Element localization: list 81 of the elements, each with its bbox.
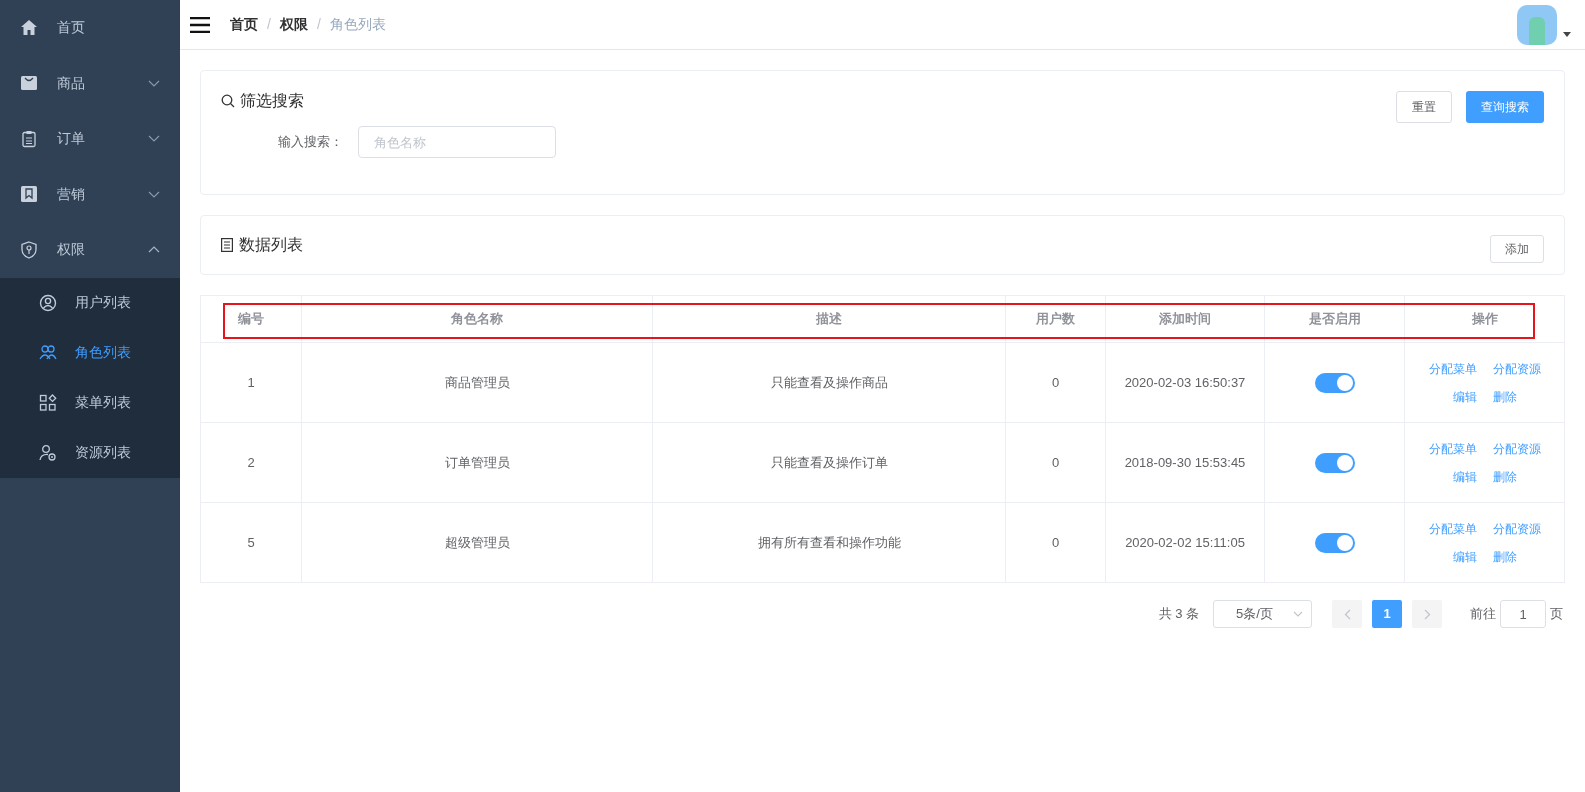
add-button[interactable]: 添加 — [1490, 235, 1544, 263]
shield-icon — [20, 240, 38, 259]
action-link[interactable]: 删除 — [1492, 467, 1517, 486]
page-number-button[interactable]: 1 — [1372, 600, 1402, 628]
breadcrumb-separator: / — [316, 15, 321, 34]
column-header: 用户数 — [1005, 295, 1106, 343]
menu-icon[interactable] — [190, 16, 210, 33]
breadcrumb-link[interactable]: 权限 — [279, 14, 308, 35]
chevron-down-icon — [1293, 611, 1303, 617]
sidebar-item[interactable]: 订单 — [0, 111, 180, 167]
sidebar-item[interactable]: 首页 — [0, 0, 180, 56]
action-link[interactable]: 分配资源 — [1492, 519, 1541, 538]
column-header: 角色名称 — [301, 295, 653, 343]
submenu-item[interactable]: 菜单列表 — [0, 377, 180, 428]
table-cell: 拥有所有查看和操作功能 — [652, 502, 1006, 583]
caret-icon[interactable] — [1563, 31, 1571, 37]
table-cell: 2018-09-30 15:53:45 — [1105, 422, 1265, 503]
action-link[interactable]: 分配资源 — [1492, 359, 1541, 378]
breadcrumb-current: 角色列表 — [329, 15, 386, 34]
breadcrumb-link[interactable]: 首页 — [230, 14, 258, 35]
reset-button[interactable]: 重置 — [1396, 91, 1452, 123]
table-cell: 0 — [1005, 422, 1106, 503]
action-link[interactable]: 编辑 — [1452, 467, 1477, 486]
table-cell: 超级管理员 — [301, 502, 653, 583]
page-suffix: 页 — [1550, 605, 1563, 624]
column-header: 编号 — [200, 295, 302, 343]
submenu-item[interactable]: 资源列表 — [0, 427, 180, 478]
page-size-select[interactable]: 5条/页 — [1213, 600, 1312, 628]
toggle-switch[interactable] — [1314, 372, 1355, 393]
total-count: 共 3 条 — [1158, 605, 1199, 624]
column-header: 添加时间 — [1105, 295, 1265, 343]
breadcrumb-separator: / — [267, 15, 271, 34]
list-icon — [221, 238, 233, 252]
user-icon — [39, 293, 57, 312]
table-cell: 只能查看及操作订单 — [652, 422, 1006, 503]
table-cell: 商品管理员 — [301, 342, 653, 423]
chevron-left-icon — [1343, 608, 1351, 620]
page-jump-field[interactable]: 1 — [1500, 600, 1546, 628]
search-icon — [221, 94, 235, 108]
table-cell: 2 — [200, 422, 302, 503]
action-link[interactable]: 删除 — [1492, 547, 1517, 566]
bag-icon — [20, 74, 38, 93]
action-link[interactable]: 分配资源 — [1492, 439, 1541, 458]
toggle-switch[interactable] — [1314, 532, 1355, 553]
action-link[interactable]: 分配菜单 — [1428, 519, 1477, 538]
table-cell: 0 — [1005, 502, 1106, 583]
table-cell: 0 — [1005, 342, 1106, 423]
table-cell: 1 — [200, 342, 302, 423]
filter-title: 筛选搜索 — [240, 91, 304, 111]
column-header: 操作 — [1404, 295, 1565, 343]
toggle-switch[interactable] — [1314, 452, 1355, 473]
table-cell: 2020-02-02 15:11:05 — [1105, 502, 1265, 583]
table-cell: 5 — [200, 502, 302, 583]
search-label: 输入搜索： — [278, 133, 344, 152]
action-link[interactable]: 编辑 — [1452, 547, 1477, 566]
goto-label: 前往 — [1470, 605, 1496, 624]
table-cell: 只能查看及操作商品 — [652, 342, 1006, 423]
user-gear-icon — [39, 443, 57, 462]
chevron-right-icon — [1423, 608, 1431, 620]
search-button[interactable]: 查询搜索 — [1466, 91, 1544, 123]
submenu-item[interactable]: 用户列表 — [0, 277, 180, 328]
users-icon — [39, 343, 57, 362]
action-link[interactable]: 编辑 — [1452, 387, 1477, 406]
clipboard-icon — [20, 129, 38, 148]
submenu-item[interactable]: 角色列表 — [0, 327, 180, 378]
list-title: 数据列表 — [239, 235, 303, 255]
bookmark-icon — [20, 185, 38, 204]
table-cell: 订单管理员 — [301, 422, 653, 503]
sidebar-item[interactable]: 营销 — [0, 166, 180, 222]
sidebar-item[interactable]: 商品 — [0, 55, 180, 111]
column-header: 是否启用 — [1264, 295, 1405, 343]
table-cell: 2020-02-03 16:50:37 — [1105, 342, 1265, 423]
action-link[interactable]: 删除 — [1492, 387, 1517, 406]
action-link[interactable]: 分配菜单 — [1428, 439, 1477, 458]
avatar[interactable] — [1517, 4, 1557, 45]
search-field[interactable]: 角色名称 — [358, 126, 556, 158]
home-icon — [20, 18, 38, 37]
sidebar-item[interactable]: 权限 — [0, 222, 180, 278]
column-header: 描述 — [652, 295, 1006, 343]
action-link[interactable]: 分配菜单 — [1428, 359, 1477, 378]
grid-icon — [39, 393, 57, 412]
